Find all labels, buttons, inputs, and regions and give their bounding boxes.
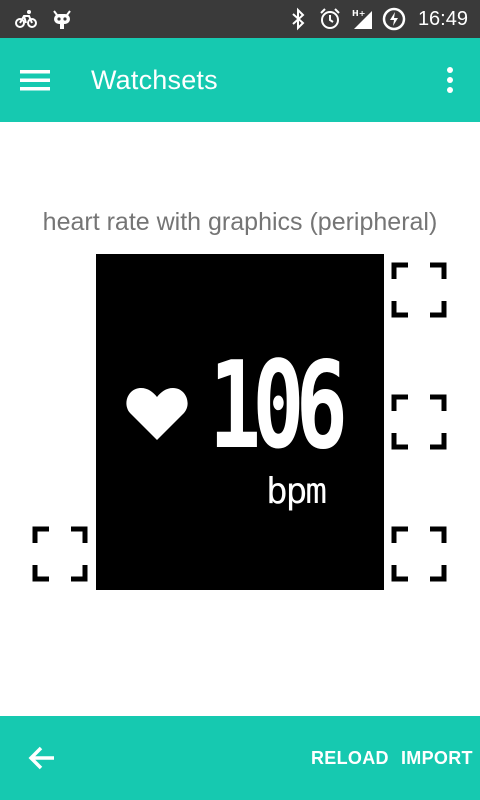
bottom-action-bar: RELOAD IMPORT [0, 716, 480, 800]
status-bar: H+ 16:49 [0, 0, 480, 38]
android-robot-icon [53, 10, 71, 29]
svg-text:H+: H+ [352, 9, 365, 18]
empty-slot-right-middle[interactable] [391, 394, 447, 450]
import-button[interactable]: IMPORT [401, 746, 473, 770]
watchset-name: heart rate with graphics (peripheral) [42, 208, 438, 236]
fullscreen-corners-icon [391, 394, 447, 450]
more-vert-icon [447, 67, 453, 93]
page-title: Watchsets [91, 65, 218, 95]
empty-slot-right-top[interactable] [391, 262, 447, 318]
watch-screen-preview: 106 bpm [96, 254, 384, 590]
empty-slot-right-bottom[interactable] [391, 526, 447, 582]
menu-button[interactable] [20, 62, 60, 98]
back-button[interactable] [26, 742, 58, 774]
reload-button[interactable]: RELOAD [311, 746, 389, 770]
battery-charging-icon [382, 7, 406, 31]
hamburger-menu-icon [20, 70, 50, 91]
arrow-back-icon [28, 746, 54, 770]
overflow-menu-button[interactable] [438, 62, 462, 98]
fullscreen-corners-icon [32, 526, 88, 582]
fullscreen-corners-icon [391, 526, 447, 582]
alarm-icon [320, 8, 340, 29]
app-bar: Watchsets [0, 38, 480, 122]
empty-slot-left-bottom[interactable] [32, 526, 88, 582]
fullscreen-corners-icon [391, 262, 447, 318]
status-time: 16:49 [417, 8, 468, 30]
heart-rate-unit: bpm [266, 471, 327, 512]
bluetooth-icon [292, 7, 305, 31]
heart-rate-value: 106 [209, 337, 348, 476]
signal-hplus-icon: H+ [352, 9, 372, 29]
heart-icon [126, 388, 188, 440]
bike-icon [15, 10, 37, 28]
